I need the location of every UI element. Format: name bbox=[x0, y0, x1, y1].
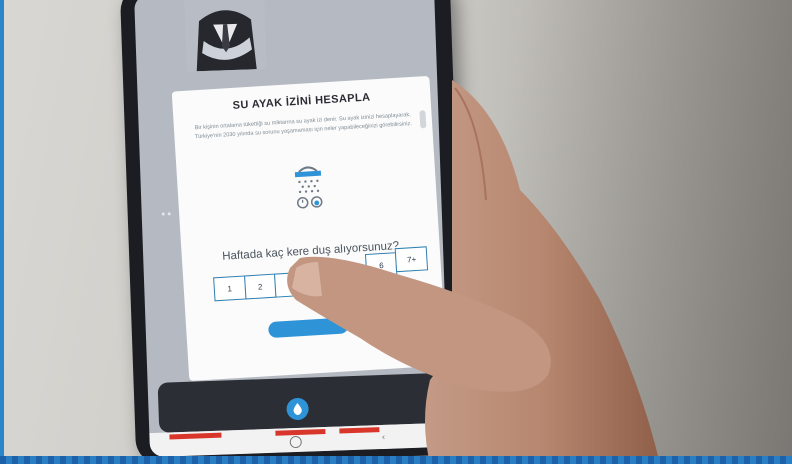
scrollbar[interactable] bbox=[419, 110, 427, 129]
frame-border-bottom bbox=[0, 456, 792, 464]
shower-count-options: 1 2 3 4 5 6 7+ bbox=[213, 246, 429, 302]
person-photo bbox=[184, 0, 267, 72]
phone-screen: SU AYAK İZİNİ HESAPLA Bir kişinin ortala… bbox=[134, 0, 451, 458]
option-1[interactable]: 1 bbox=[213, 275, 247, 302]
water-footprint-card: SU AYAK İZİNİ HESAPLA Bir kişinin ortala… bbox=[171, 75, 447, 382]
back-icon[interactable]: ‹ bbox=[381, 433, 385, 443]
card-description: Bir kişinin ortalama tükettiği su miktar… bbox=[194, 112, 413, 141]
option-2[interactable]: 2 bbox=[243, 273, 277, 300]
phone: SU AYAK İZİNİ HESAPLA Bir kişinin ortala… bbox=[119, 0, 467, 464]
shower-icon bbox=[294, 166, 323, 209]
water-drop-icon bbox=[293, 402, 302, 415]
photo-frame: SU AYAK İZİNİ HESAPLA Bir kişinin ortala… bbox=[0, 0, 792, 464]
option-3[interactable]: 3 bbox=[274, 271, 308, 298]
wall-shadow bbox=[470, 0, 792, 456]
frame-border-left bbox=[0, 0, 4, 464]
option-4[interactable]: 4 bbox=[304, 269, 338, 296]
option-6[interactable]: 6 bbox=[364, 252, 398, 279]
next-button[interactable] bbox=[267, 317, 349, 339]
option-5[interactable]: 5 bbox=[335, 268, 369, 294]
option-7-plus[interactable]: 7+ bbox=[395, 246, 429, 273]
page-indicator bbox=[161, 200, 174, 219]
